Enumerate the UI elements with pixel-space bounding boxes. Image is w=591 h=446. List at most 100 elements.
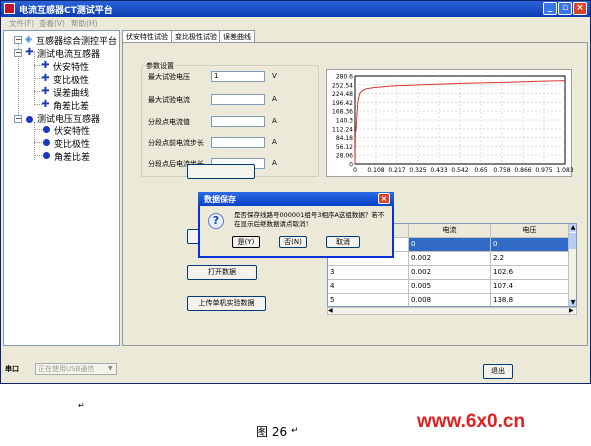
open-data-button[interactable]: 打开数据 (187, 265, 257, 280)
table-cell[interactable]: 0.002 (409, 266, 491, 280)
table-cell[interactable]: 5 (328, 294, 409, 306)
maximize-button[interactable]: ▫ (558, 2, 572, 15)
tree-ct-error-curve[interactable]: 误差曲线 (53, 86, 89, 99)
segment-current-label: 分段点电流值 (148, 118, 190, 126)
menu-view[interactable]: 查看(V) (39, 18, 65, 29)
figure-caption: 图 26 (256, 425, 288, 439)
pre-step-input[interactable] (211, 137, 265, 148)
max-voltage-unit: V (272, 72, 277, 80)
tree-pt-voltampere[interactable]: 伏安特性 (54, 124, 90, 137)
tree-pt-ratio[interactable]: 变比极性 (54, 137, 90, 150)
table-cell[interactable]: 0 (491, 238, 569, 252)
table-cell[interactable]: 0.005 (409, 280, 491, 294)
y-tick-label: 224.48 (332, 91, 353, 98)
y-tick-label: 196.42 (332, 100, 353, 107)
x-tick-label: 0.542 (451, 167, 468, 174)
caption-mark: ↵ (291, 426, 299, 436)
table-cell[interactable]: 0 (409, 238, 491, 252)
table-cell[interactable]: 138.8 (491, 294, 569, 306)
menu-help[interactable]: 帮助(H) (71, 18, 98, 29)
dialog-message: 是否保存线路号000001组号3相序A这组数据？若不在显示后继数据请点取消！ (234, 211, 385, 228)
chart-svg: 280.6252.54 224.48 196.42 168.36 140.3112.24… (332, 74, 574, 175)
x-tick-label: 0.866 (514, 167, 531, 174)
main-window: 电流互感器CT测试平台 _ ▫ × 文件(F) 查看(V) 帮助(H) − ◈ … (0, 0, 591, 384)
table-header-voltage: 电压 (491, 224, 569, 238)
max-voltage-label: 最大试验电压 (148, 73, 190, 81)
table-cell[interactable]: 2.2 (491, 252, 569, 266)
table-cell[interactable]: 102.6 (491, 266, 569, 280)
watermark: www.6x0.cn (417, 411, 526, 432)
y-tick-label: 112.24 (332, 126, 353, 133)
x-tick-label: 0.325 (409, 167, 426, 174)
table-cell[interactable]: 0.008 (409, 294, 491, 306)
y-tick-label: 140.3 (336, 118, 353, 125)
menu-bar: 文件(F) 查看(V) 帮助(H) (1, 17, 590, 29)
question-icon: ? (208, 213, 224, 229)
table-hscrollbar[interactable]: ◀ ▶ (327, 307, 577, 315)
tree-ct-angle[interactable]: 角差比差 (53, 99, 89, 112)
expander-pt[interactable]: − (14, 115, 22, 123)
segment-current-unit: A (272, 117, 277, 125)
table-cell[interactable]: 0.002 (409, 252, 491, 266)
table-scrollbar[interactable]: ▲ ▼ (568, 224, 576, 306)
scroll-down-icon[interactable]: ▼ (569, 299, 576, 306)
tab-error-curve[interactable]: 误差曲线 (219, 30, 255, 42)
max-voltage-input[interactable]: 1 (211, 71, 265, 82)
tree-root[interactable]: 互感器综合测控平台 (36, 34, 117, 47)
pt-node-icon (26, 116, 33, 123)
volt-ampere-chart: 280.6 252.54 224.48 196.42 168.36 140.3 112.24… (326, 69, 574, 177)
app-icon (4, 3, 15, 14)
hidden-button-top[interactable] (187, 164, 255, 179)
expander-ct[interactable]: − (14, 49, 22, 57)
table-cell[interactable]: 4 (328, 280, 409, 294)
scroll-up-icon[interactable]: ▲ (569, 224, 576, 232)
dialog-no-button[interactable]: 否(N) (279, 236, 307, 248)
dialog-cancel-button[interactable]: 取消 (326, 236, 360, 248)
dialog-close-button[interactable]: × (378, 193, 390, 204)
y-tick-label: 28.06 (336, 153, 353, 160)
segment-current-input[interactable] (211, 116, 265, 127)
x-tick-label: 1.083 (556, 167, 573, 174)
pt-ratio-icon (43, 139, 50, 146)
x-tick-label: 0.65 (474, 167, 488, 174)
x-tick-label: 0.108 (367, 167, 384, 174)
save-dialog: 数据保存 × ? 是否保存线路号000001组号3相序A这组数据？若不在显示后继… (198, 192, 394, 258)
tree-view[interactable]: − ◈ 互感器综合测控平台 − ✚ 测试电流互感器 ✚ 伏安特性 ✚ 变比极性 … (3, 30, 120, 346)
upload-data-button[interactable]: 上传单机实验数据 (187, 296, 266, 311)
ct-angle-icon: ✚ (41, 99, 50, 110)
y-tick-label: 168.36 (332, 109, 353, 116)
y-tick-label: 252.54 (332, 82, 353, 89)
table-cell[interactable]: 107.4 (491, 280, 569, 294)
status-bar: 串口 正在使用USB通信 ▼ 退出 (1, 352, 590, 383)
scroll-left-icon[interactable]: ◀ (328, 307, 333, 314)
chevron-down-icon[interactable]: ▼ (108, 364, 116, 374)
pre-step-unit: A (272, 138, 277, 146)
ct-ratio-icon: ✚ (41, 73, 50, 84)
table-header-current: 电流 (409, 224, 491, 238)
tree-pt-angle[interactable]: 角差比差 (54, 150, 90, 163)
max-current-unit: A (272, 95, 277, 103)
dialog-yes-button[interactable]: 是(Y) (232, 236, 260, 248)
ct-error-curve-icon: ✚ (41, 86, 50, 97)
max-current-label: 最大试验电流 (148, 96, 190, 104)
platform-icon: ◈ (24, 34, 33, 45)
tree-ct-voltampere[interactable]: 伏安特性 (53, 60, 89, 73)
tree-ct-ratio[interactable]: 变比极性 (53, 73, 89, 86)
params-group-title: 参数设置 (145, 61, 175, 71)
menu-file[interactable]: 文件(F) (9, 18, 34, 29)
close-button[interactable]: × (573, 2, 587, 15)
max-current-input[interactable] (211, 94, 265, 105)
window-title: 电流互感器CT测试平台 (19, 6, 113, 16)
exit-button[interactable]: 退出 (483, 364, 513, 379)
table-cell[interactable]: 3 (328, 266, 409, 280)
title-bar: 电流互感器CT测试平台 _ ▫ × (1, 1, 590, 17)
scroll-right-icon[interactable]: ▶ (569, 307, 574, 314)
expander-root[interactable]: − (14, 36, 22, 44)
minimize-button[interactable]: _ (543, 2, 557, 15)
pt-angle-icon (43, 152, 50, 159)
tab-ratio-polarity[interactable]: 变比极性试验 (171, 30, 221, 42)
y-tick-label: 280.6 (336, 74, 353, 81)
port-select[interactable]: 正在使用USB通信 (35, 363, 117, 375)
tree-ct[interactable]: 测试电流互感器 (37, 47, 100, 60)
scroll-thumb[interactable] (569, 233, 576, 249)
